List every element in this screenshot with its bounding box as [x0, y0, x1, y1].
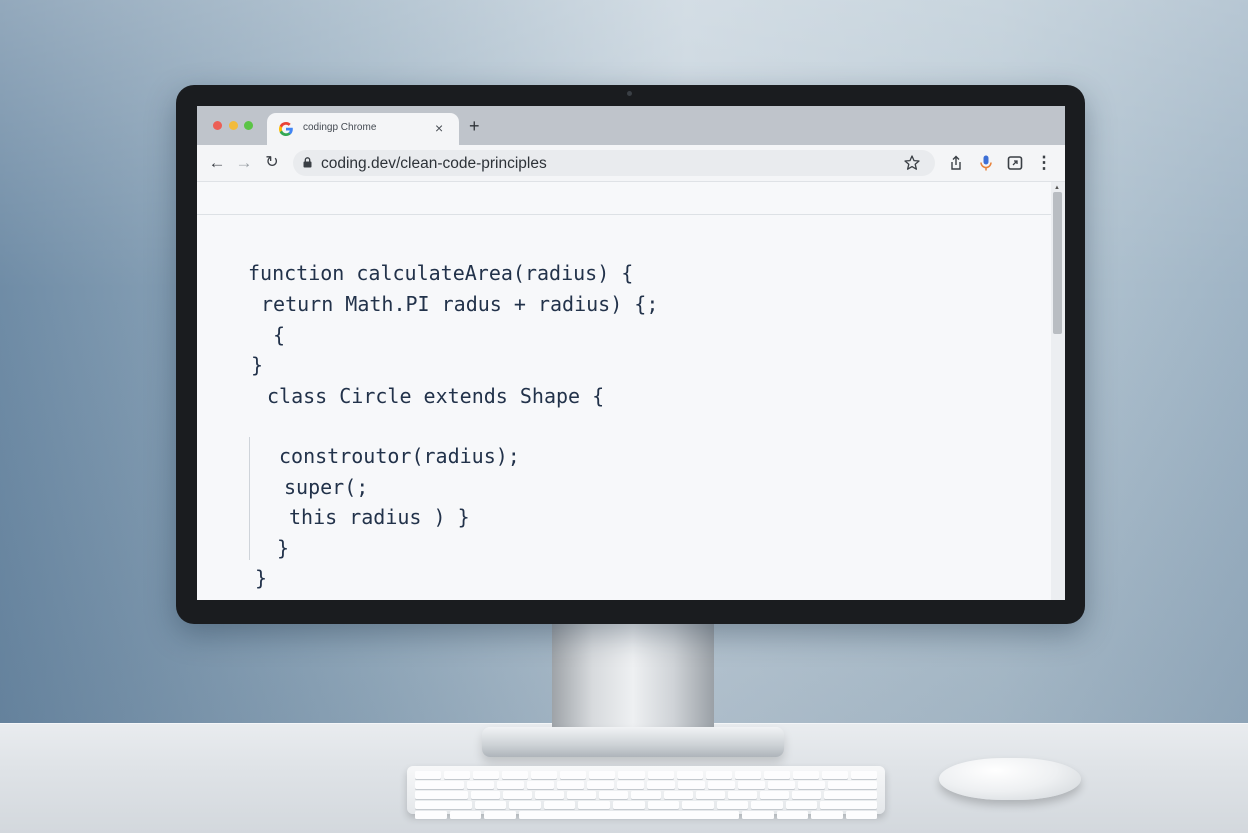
- back-button[interactable]: ←: [206, 152, 228, 174]
- indent-guide: [249, 437, 250, 560]
- code-line: super(;: [284, 475, 369, 499]
- tab-title: codingp Chrome: [303, 122, 377, 133]
- google-icon: [279, 122, 293, 136]
- code-line: }: [277, 536, 290, 560]
- vertical-scrollbar[interactable]: ▲: [1051, 182, 1065, 600]
- code-line: {: [273, 323, 286, 347]
- code-line: class Circle extends Shape {: [267, 384, 605, 408]
- keyboard: [407, 766, 885, 819]
- browser-tab[interactable]: codingp Chrome ×: [267, 113, 459, 145]
- browser-window: codingp Chrome × + ← → ↻ coding.dev/clea…: [197, 106, 1065, 600]
- page-header-strip: [197, 182, 1051, 215]
- new-tab-button[interactable]: +: [469, 116, 480, 136]
- tab-bar: codingp Chrome × +: [197, 106, 1065, 145]
- menu-icon[interactable]: ⋮: [1035, 154, 1053, 172]
- bookmark-star-icon[interactable]: [903, 154, 921, 172]
- code-line: this radius ) }: [289, 505, 470, 529]
- address-bar[interactable]: coding.dev/clean-code-principles: [293, 150, 935, 176]
- code-line: }: [255, 566, 268, 590]
- code-viewer: function calculateArea(radius) { return …: [197, 215, 1051, 600]
- code-line: return Math.PI radus + radius) {;: [261, 292, 659, 316]
- code-line: }: [251, 353, 264, 377]
- code-line: constroutor(radius);: [279, 444, 520, 468]
- code-line: function calculateArea(radius) {: [248, 261, 634, 285]
- browser-toolbar: ← → ↻ coding.dev/clean-code-principles ⋮: [197, 145, 1065, 182]
- microphone-icon[interactable]: [977, 154, 995, 172]
- scrollbar-thumb[interactable]: [1053, 192, 1062, 334]
- scroll-up-icon[interactable]: ▲: [1054, 184, 1060, 192]
- forward-button[interactable]: →: [233, 152, 255, 174]
- lock-icon: [303, 157, 312, 168]
- close-window-button[interactable]: [213, 121, 222, 130]
- url-text: coding.dev/clean-code-principles: [321, 155, 547, 172]
- reload-button[interactable]: ↻: [261, 152, 283, 174]
- maximize-window-button[interactable]: [244, 121, 253, 130]
- close-tab-icon[interactable]: ×: [435, 119, 443, 137]
- monitor-stand: [552, 622, 714, 734]
- monitor-stand-base: [482, 727, 784, 757]
- minimize-window-button[interactable]: [229, 121, 238, 130]
- mouse: [939, 758, 1081, 800]
- share-icon[interactable]: [947, 154, 965, 172]
- extensions-icon[interactable]: [1006, 154, 1024, 172]
- webcam: [627, 91, 632, 96]
